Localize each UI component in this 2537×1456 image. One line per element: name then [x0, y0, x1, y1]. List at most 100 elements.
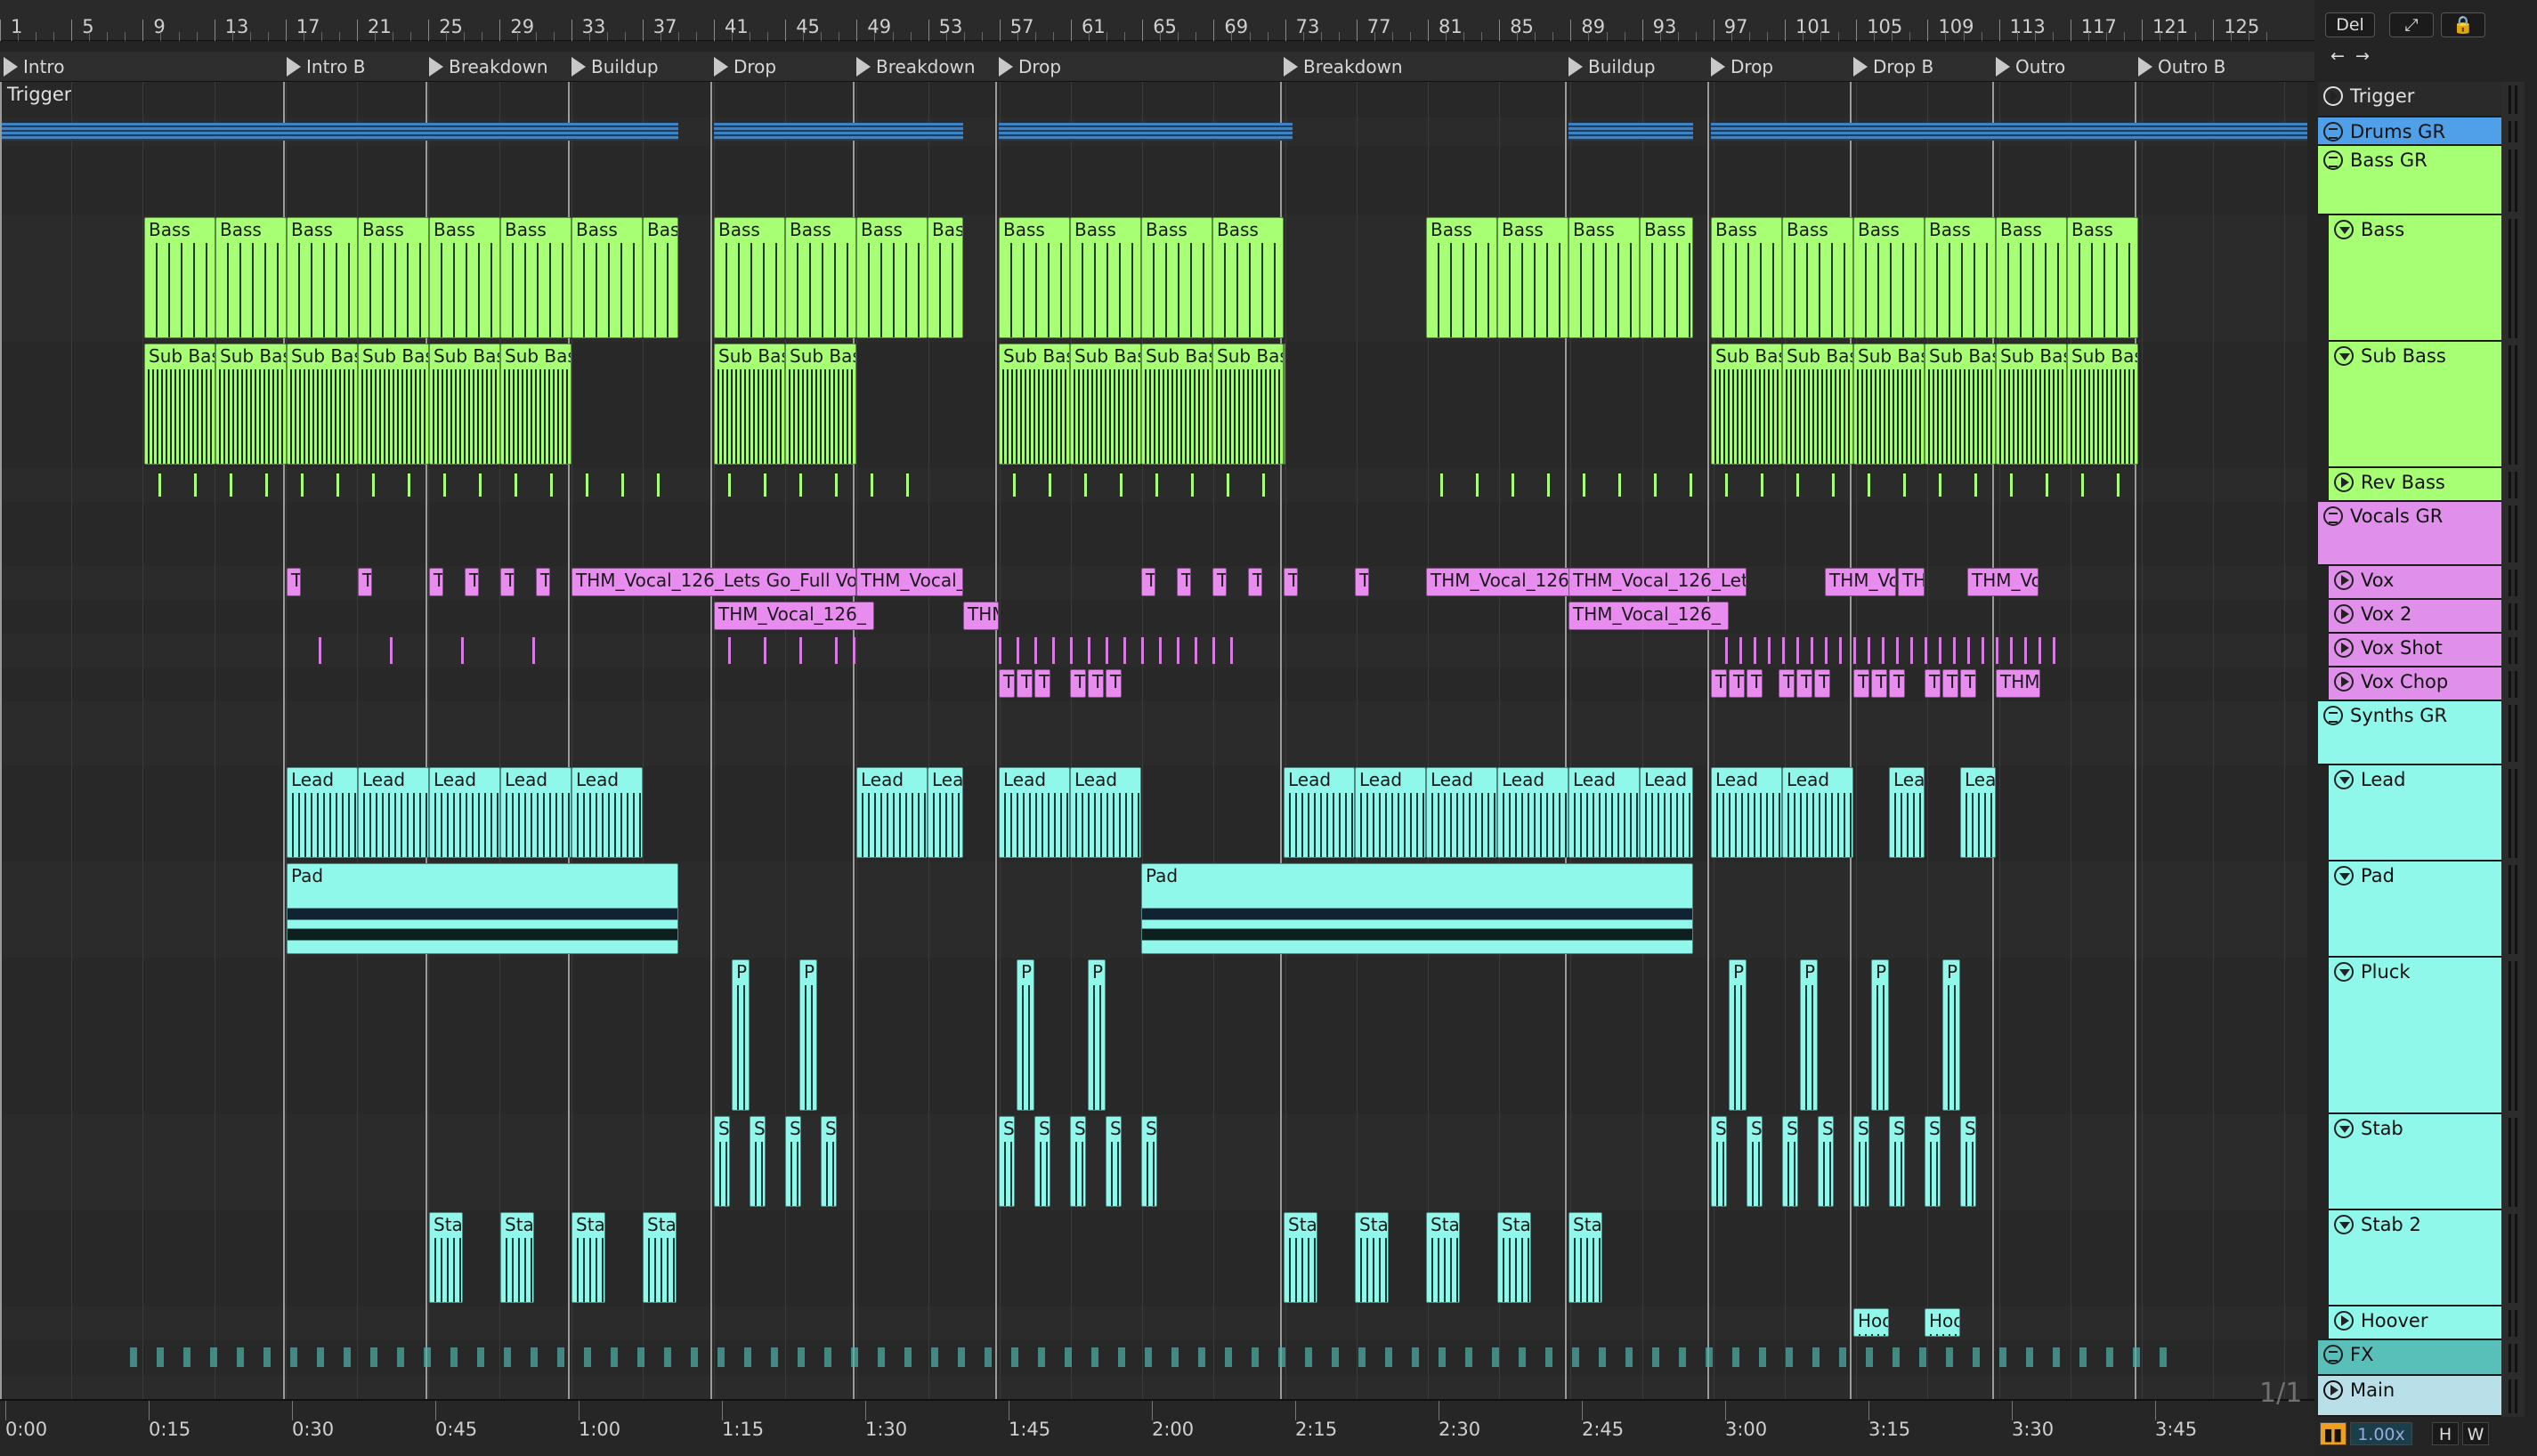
draw-mode-icon[interactable]: ⤢ — [2389, 12, 2434, 37]
clip[interactable]: Lead — [928, 767, 963, 858]
clip[interactable]: Bass — [856, 217, 928, 338]
clip[interactable]: THM_Vocal_126_Lets Go_Full Vocal — [571, 568, 856, 596]
clip[interactable]: P — [1017, 959, 1034, 1111]
vox-shot-hit[interactable] — [1754, 637, 1756, 664]
clip[interactable]: Sub Bass — [287, 344, 358, 465]
track-header-stab-2[interactable]: Stab 2 — [2329, 1210, 2505, 1306]
clip[interactable]: S — [1747, 1116, 1763, 1207]
clip[interactable]: T — [1034, 669, 1050, 698]
fold-icon[interactable] — [2334, 220, 2354, 239]
locator-marker[interactable]: Drop — [714, 52, 776, 82]
vox-shot-hit[interactable] — [1230, 637, 1233, 664]
arrow-right-icon[interactable]: → — [2350, 44, 2375, 68]
track-lane[interactable] — [0, 468, 2307, 503]
vox-shot-hit[interactable] — [1177, 637, 1179, 664]
track-header-vox[interactable]: Vox — [2329, 566, 2505, 600]
clip[interactable]: THM_Vocal_126_Lets Go_Full Vocal — [1898, 568, 1925, 596]
clip[interactable]: S — [714, 1116, 730, 1207]
track-header-trigger[interactable]: Trigger — [2318, 82, 2505, 117]
track-header-fx[interactable]: FX — [2318, 1340, 2505, 1376]
vox-shot-hit[interactable] — [1982, 637, 1984, 664]
locator-lane[interactable]: Intro Intro B Breakdown Buildup Drop Breakdow… — [0, 52, 2314, 82]
vox-shot-hit[interactable] — [1782, 637, 1785, 664]
play-icon[interactable] — [2334, 473, 2354, 492]
arrow-left-icon[interactable]: ← — [2325, 44, 2350, 68]
track-lane[interactable] — [0, 146, 2307, 216]
clip[interactable]: T — [1796, 669, 1812, 698]
clip[interactable]: Bass — [1853, 217, 1925, 338]
vox-shot-hit[interactable] — [1768, 637, 1771, 664]
vox-shot-hit[interactable] — [1811, 637, 1813, 664]
rev-bass-hit[interactable] — [1120, 473, 1123, 497]
vox-shot-hit[interactable] — [764, 637, 766, 664]
track-lane[interactable] — [0, 634, 2307, 668]
clip[interactable]: P — [1800, 959, 1818, 1111]
clip[interactable]: Bass — [287, 217, 358, 338]
fold-icon[interactable] — [2334, 1215, 2354, 1234]
clip[interactable]: Sub Bass — [1996, 344, 2067, 465]
clip[interactable]: T — [358, 568, 372, 596]
track-meter[interactable] — [2501, 82, 2525, 117]
track-meter[interactable] — [2501, 701, 2525, 765]
time-ruler[interactable]: 0:00 0:15 0:30 0:45 1:00 1:15 1:30 1:45 2:00 2:15… — [0, 1399, 2314, 1456]
clip[interactable]: Bass — [999, 217, 1070, 338]
locator-marker[interactable]: Breakdown — [856, 52, 976, 82]
locator-marker[interactable]: Intro — [4, 52, 64, 82]
vox-shot-hit[interactable] — [1925, 637, 1927, 664]
rev-bass-hit[interactable] — [301, 473, 304, 497]
clip[interactable]: Sub Bass — [1782, 344, 1853, 465]
play-icon[interactable] — [2334, 570, 2354, 590]
rev-bass-hit[interactable] — [621, 473, 624, 497]
track-header-pluck[interactable]: Pluck — [2329, 958, 2505, 1114]
rev-bass-hit[interactable] — [2010, 473, 2013, 497]
clip[interactable]: Lead — [1640, 767, 1693, 858]
clip[interactable]: THM_Vocal_126_Lets Go_Full Vocal — [856, 568, 963, 596]
clip[interactable]: Lead — [1889, 767, 1925, 858]
clip[interactable]: T — [1747, 669, 1763, 698]
clip[interactable]: Bass — [1711, 217, 1782, 338]
vox-shot-hit[interactable] — [1796, 637, 1799, 664]
vox-shot-hit[interactable] — [1953, 637, 1956, 664]
rev-bass-hit[interactable] — [265, 473, 268, 497]
rev-bass-hit[interactable] — [1939, 473, 1941, 497]
play-icon[interactable] — [2334, 672, 2354, 692]
clip[interactable]: Hoo — [1853, 1308, 1889, 1337]
clip[interactable]: S — [1925, 1116, 1941, 1207]
clip[interactable]: Sub Bass — [785, 344, 856, 465]
locator-marker[interactable]: Breakdown — [429, 52, 548, 82]
clip[interactable]: THM_Vocal_126_ — [963, 602, 999, 630]
play-icon[interactable] — [2334, 638, 2354, 658]
clip[interactable]: THM_Vocal_126_Lets Go_Full Vocal — [1568, 568, 1747, 596]
clip[interactable]: Sub Bass — [714, 344, 785, 465]
vox-shot-hit[interactable] — [1967, 637, 1970, 664]
clip[interactable]: T — [1814, 669, 1830, 698]
clip[interactable]: Sub Bass — [429, 344, 500, 465]
rev-bass-hit[interactable] — [2081, 473, 2084, 497]
rev-bass-hit[interactable] — [1013, 473, 1016, 497]
fold-icon[interactable] — [2334, 1119, 2354, 1138]
clip[interactable]: Lead — [1782, 767, 1853, 858]
clip[interactable]: T — [1248, 568, 1262, 596]
vox-shot-hit[interactable] — [728, 637, 731, 664]
clip[interactable]: T — [1960, 669, 1976, 698]
clip[interactable]: S — [1960, 1116, 1976, 1207]
rev-bass-hit[interactable] — [1974, 473, 1977, 497]
locator-marker[interactable]: Intro B — [287, 52, 366, 82]
locator-marker[interactable]: Outro — [1996, 52, 2065, 82]
clip[interactable]: THM_Vocal_126_Lets Go_Full Vocal — [1825, 568, 1896, 596]
track-lane[interactable] — [0, 958, 2307, 1115]
clip[interactable]: Sub Bass — [358, 344, 429, 465]
clip[interactable]: Sub Bass — [215, 344, 287, 465]
clip[interactable]: P — [1729, 959, 1747, 1111]
clip[interactable]: S — [1106, 1116, 1122, 1207]
clip[interactable]: Lead — [1711, 767, 1782, 858]
clip[interactable]: Bass — [1925, 217, 1996, 338]
rev-bass-hit[interactable] — [1512, 473, 1514, 497]
rev-bass-hit[interactable] — [657, 473, 660, 497]
clip[interactable]: T — [1355, 568, 1369, 596]
track-lane[interactable] — [0, 701, 2307, 766]
clip[interactable]: S — [785, 1116, 801, 1207]
clip[interactable]: Sta — [1355, 1212, 1389, 1303]
fold-icon[interactable] — [2334, 866, 2354, 886]
clip[interactable]: S — [1034, 1116, 1050, 1207]
